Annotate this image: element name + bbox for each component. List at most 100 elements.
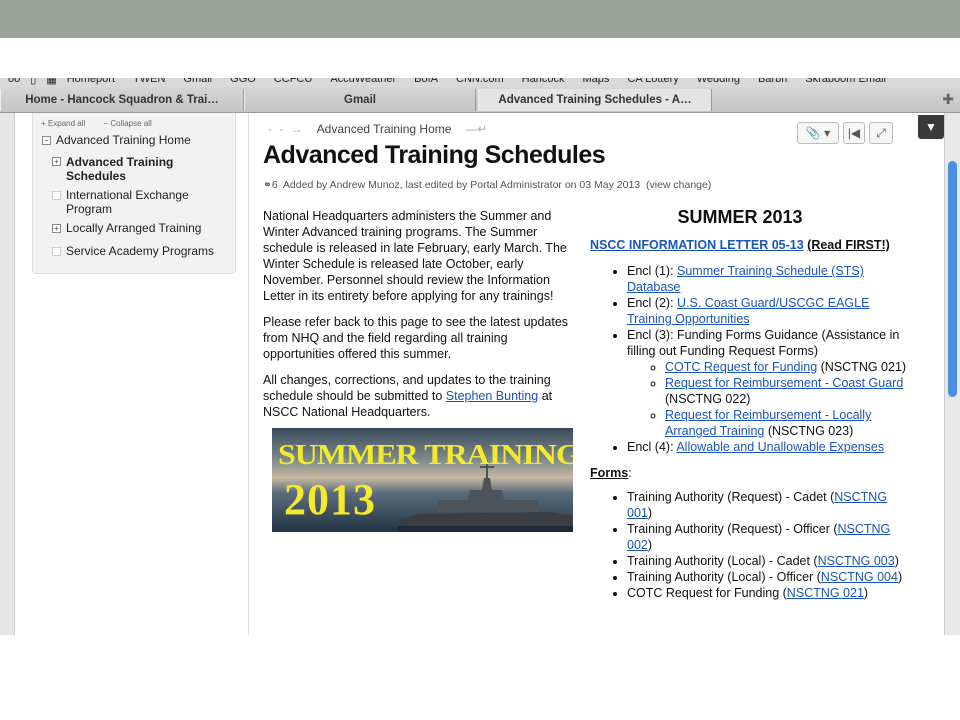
attachment-tag-icon: ⚭ bbox=[263, 179, 272, 191]
tree-item-international-exchange[interactable]: International Exchange Program bbox=[66, 188, 216, 216]
summer-training-banner-image: SUMMER TRAINING 2013 bbox=[272, 428, 573, 532]
list-item: Training Authority (Local) - Cadet (NSCT… bbox=[627, 553, 910, 569]
info-letter-line: NSCC INFORMATION LETTER 05-13 (Read FIRS… bbox=[590, 237, 910, 253]
fullscreen-button[interactable]: ⤢ bbox=[869, 122, 893, 144]
form-label: Training Authority (Request) - Officer ( bbox=[627, 522, 838, 536]
form-label: COTC Request for Funding ( bbox=[627, 586, 787, 600]
bookmark-hancock[interactable]: Hancock bbox=[522, 78, 565, 86]
bookmark-bofa[interactable]: BofA bbox=[414, 78, 438, 86]
list-item: Training Authority (Request) - Cadet (NS… bbox=[627, 489, 910, 521]
tab-bar: Home - Hancock Squadron & Trai… Gmail Ad… bbox=[0, 87, 960, 113]
bookmark-ca-lottery[interactable]: CA Lottery bbox=[627, 78, 678, 86]
nsctng-004-link[interactable]: NSCTNG 004 bbox=[821, 570, 898, 584]
intro-column: National Headquarters administers the Su… bbox=[263, 208, 581, 430]
attachment-count[interactable]: 6 bbox=[272, 179, 278, 191]
tab-gmail[interactable]: Gmail bbox=[244, 89, 476, 111]
list-item: Encl (1): Summer Training Schedule (STS)… bbox=[627, 263, 910, 295]
bookmark-twen[interactable]: TWEN bbox=[133, 78, 165, 86]
bookmark-barbri[interactable]: Barbri bbox=[758, 78, 787, 86]
bookmark-book-icon[interactable]: ▯ bbox=[30, 78, 36, 86]
expand-tree-icon[interactable]: + bbox=[52, 157, 61, 166]
contact-paragraph: All changes, corrections, and updates to… bbox=[263, 372, 581, 420]
close-paren: ) bbox=[647, 506, 653, 520]
tree-leaf-icon bbox=[52, 247, 61, 256]
bookmark-accuweather[interactable]: AccuWeather bbox=[330, 78, 396, 86]
collapse-tree-icon[interactable]: − bbox=[42, 136, 51, 145]
page-content: + Expand all − Collapse all − Advanced T… bbox=[0, 113, 960, 635]
tab-hancock-home[interactable]: Home - Hancock Squadron & Trai… bbox=[0, 89, 244, 111]
form-label: Training Authority (Request) - Cadet ( bbox=[627, 490, 835, 504]
breadcrumb: - - → Advanced Training Home —↵ bbox=[268, 122, 487, 136]
breadcrumb-home-link[interactable]: Advanced Training Home bbox=[317, 122, 452, 136]
bookmark-gmail[interactable]: Gmail bbox=[183, 78, 212, 86]
page-history-text: Added by Andrew Munoz, last edited by Po… bbox=[282, 179, 641, 191]
info-letter-link[interactable]: NSCC INFORMATION LETTER 05-13 bbox=[590, 238, 804, 252]
bookmark-wedding[interactable]: Wedding bbox=[697, 78, 740, 86]
encl-label: Encl (4): bbox=[627, 440, 677, 454]
bookmarks-bar: oo ▯ ▦ Homeport TWEN Gmail GGO CCFCU Acc… bbox=[0, 78, 960, 87]
close-paren: ) bbox=[897, 570, 903, 584]
stephen-bunting-link[interactable]: Stephen Bunting bbox=[446, 389, 538, 403]
form-code: (NSCTNG 021) bbox=[817, 360, 907, 374]
tree-item-service-academy[interactable]: Service Academy Programs bbox=[66, 244, 236, 258]
tab-advanced-training[interactable]: Advanced Training Schedules - A… bbox=[478, 89, 712, 111]
scrollbar-thumb[interactable] bbox=[948, 161, 957, 397]
bookmark-ggo[interactable]: GGO bbox=[230, 78, 256, 86]
paperclip-icon: 📎 bbox=[805, 126, 821, 140]
form-code: (NSCTNG 023) bbox=[764, 424, 854, 438]
banner-line-1: SUMMER TRAINING bbox=[278, 437, 573, 471]
close-paren: ) bbox=[863, 586, 869, 600]
browser-screenshot: oo ▯ ▦ Homeport TWEN Gmail GGO CCFCU Acc… bbox=[0, 78, 960, 635]
attachment-menu-button[interactable]: 📎 ▾ bbox=[797, 122, 839, 144]
nsctng-003-link[interactable]: NSCTNG 003 bbox=[818, 554, 895, 568]
expand-tree-icon[interactable]: + bbox=[52, 224, 61, 233]
chevron-down-icon: ▾ bbox=[824, 126, 831, 140]
left-gutter bbox=[0, 113, 15, 635]
banner-line-2: 2013 bbox=[284, 475, 376, 524]
page-tools: 📎 ▾ |◀ ⤢ bbox=[797, 122, 893, 144]
list-item: COTC Request for Funding (NSCTNG 021) bbox=[627, 585, 910, 601]
updates-paragraph: Please refer back to this page to see th… bbox=[263, 315, 569, 361]
encl-label: Encl (2): bbox=[627, 296, 678, 310]
cotc-request-link[interactable]: COTC Request for Funding bbox=[665, 360, 817, 374]
list-item: Request for Reimbursement - Coast Guard … bbox=[665, 375, 910, 407]
page-tree-sidebar: + Expand all − Collapse all − Advanced T… bbox=[32, 113, 236, 274]
dropdown-toggle-button[interactable]: ▼ bbox=[918, 115, 944, 139]
back-arrow-icon[interactable]: - - → bbox=[268, 122, 305, 136]
reader-icon[interactable]: oo bbox=[8, 78, 20, 86]
chevron-down-icon: ▼ bbox=[925, 120, 937, 134]
close-paren: ) bbox=[647, 538, 653, 552]
forward-arrow-icon[interactable]: —↵ bbox=[465, 122, 487, 136]
expand-icon: ⤢ bbox=[876, 125, 886, 140]
expand-all-label: Expand all bbox=[47, 119, 86, 128]
view-change-link[interactable]: (view change) bbox=[646, 179, 711, 191]
bookmark-maps[interactable]: Maps bbox=[582, 78, 609, 86]
collapse-sidebar-button[interactable]: |◀ bbox=[843, 122, 865, 144]
list-item: Encl (2): U.S. Coast Guard/USCGC EAGLE T… bbox=[627, 295, 910, 327]
tree-tools: + Expand all − Collapse all bbox=[41, 119, 168, 128]
sidebar-divider bbox=[248, 113, 249, 635]
vertical-scrollbar[interactable] bbox=[944, 113, 960, 635]
bookmark-skraboom-email[interactable]: Skraboom Email bbox=[805, 78, 886, 86]
tree-item-home[interactable]: Advanced Training Home bbox=[56, 133, 231, 147]
list-item: Training Authority (Local) - Officer (NS… bbox=[627, 569, 910, 585]
collapse-all-link[interactable]: − Collapse all bbox=[104, 119, 160, 128]
bookmark-ccfcu[interactable]: CCFCU bbox=[274, 78, 313, 86]
reimbursement-coast-guard-link[interactable]: Request for Reimbursement - Coast Guard bbox=[665, 376, 903, 390]
tree-item-locally-arranged[interactable]: Locally Arranged Training bbox=[66, 221, 236, 235]
list-item: Request for Reimbursement - Locally Arra… bbox=[665, 407, 910, 439]
slide-header-bar bbox=[0, 0, 960, 38]
new-tab-icon[interactable]: ✚ bbox=[942, 91, 954, 108]
forms-heading: Forms: bbox=[590, 465, 910, 481]
form-label: Training Authority (Local) - Officer ( bbox=[627, 570, 821, 584]
form-code: (NSCTNG 022) bbox=[665, 392, 751, 406]
grid-icon[interactable]: ▦ bbox=[46, 78, 56, 86]
allowable-expenses-link[interactable]: Allowable and Unallowable Expenses bbox=[676, 440, 884, 454]
read-first-note: (Read FIRST!) bbox=[807, 238, 890, 252]
tree-item-advanced-training-schedules[interactable]: Advanced Training Schedules bbox=[66, 155, 206, 183]
expand-all-link[interactable]: + Expand all bbox=[41, 119, 93, 128]
bookmark-cnn[interactable]: CNN.com bbox=[456, 78, 504, 86]
encl-label: Encl (3): Funding Forms Guidance (Assist… bbox=[627, 328, 900, 358]
bookmark-homeport[interactable]: Homeport bbox=[67, 78, 115, 86]
nsctng-021-link[interactable]: NSCTNG 021 bbox=[787, 586, 864, 600]
